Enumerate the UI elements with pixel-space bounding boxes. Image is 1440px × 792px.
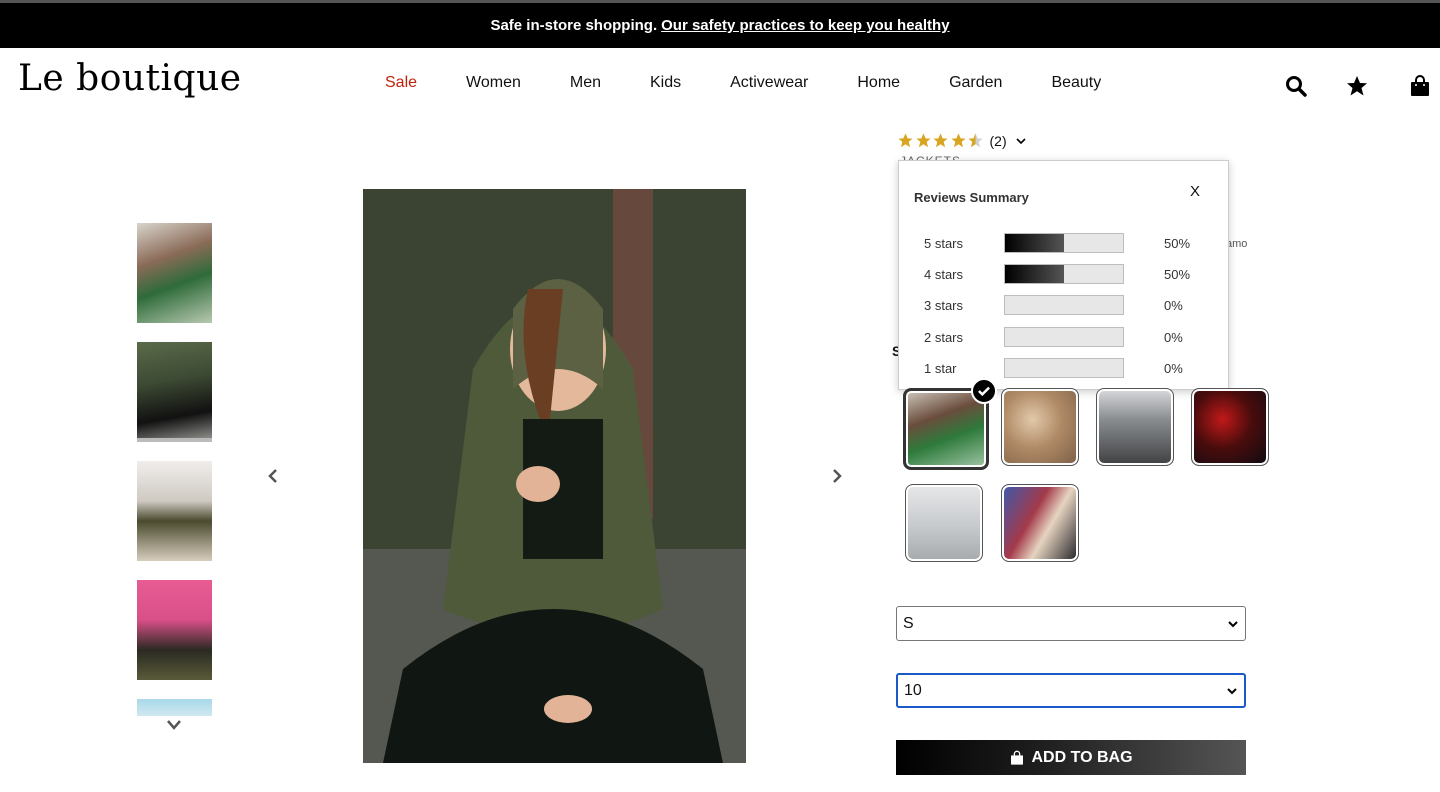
nav-item-home[interactable]: Home: [857, 74, 900, 92]
nav-item-beauty[interactable]: Beauty: [1051, 74, 1101, 92]
description-text: amo: [1226, 238, 1248, 250]
thumbnail-3[interactable]: [137, 461, 212, 561]
main-product-image: [363, 189, 746, 763]
rating-row-label: 1 star: [924, 361, 957, 376]
nav-item-kids[interactable]: Kids: [650, 74, 681, 92]
nav-item-garden[interactable]: Garden: [949, 74, 1002, 92]
rating-row-label: 3 stars: [924, 298, 964, 313]
rating-stars: [897, 132, 985, 149]
gallery-prev-icon[interactable]: [266, 466, 280, 486]
reviews-summary-popup: Reviews Summary X 5 stars 50% 4 stars 50…: [898, 160, 1229, 390]
size-select[interactable]: S: [896, 606, 1246, 641]
star-full-icon: [933, 133, 948, 148]
thumbnail-5[interactable]: [137, 699, 212, 716]
rating-bar: [1004, 358, 1124, 378]
nav-item-activewear[interactable]: Activewear: [730, 74, 808, 92]
add-to-bag-label: ADD TO BAG: [1031, 748, 1133, 766]
product-photo-illustration: [363, 189, 746, 763]
star-full-icon: [915, 133, 931, 148]
rating-bar: [1004, 327, 1124, 347]
promo-banner: Safe in-store shopping. Our safety pract…: [0, 3, 1440, 48]
star-half-icon: [968, 133, 983, 148]
rating-row-2: 2 stars 0%: [924, 327, 1204, 347]
gallery-next-icon[interactable]: [830, 466, 844, 486]
rating-bar: [1004, 264, 1124, 284]
close-button[interactable]: X: [1190, 183, 1200, 200]
nav-item-sale[interactable]: Sale: [385, 74, 417, 92]
chevron-down-icon: [1228, 620, 1238, 627]
rating-row-1: 1 star 0%: [924, 358, 1204, 378]
thumbnail-2[interactable]: [137, 342, 212, 442]
color-swatch-3[interactable]: [1096, 388, 1174, 466]
rating-bar-fill: [1005, 234, 1064, 252]
quantity-select[interactable]: 10: [896, 673, 1246, 708]
rating-row-5: 5 stars 50%: [924, 233, 1204, 253]
thumbnails-down-icon[interactable]: [165, 718, 183, 732]
star-icon[interactable]: [1345, 74, 1369, 98]
add-to-bag-button[interactable]: ADD TO BAG: [896, 740, 1246, 775]
rating-row-percent: 0%: [1164, 361, 1183, 376]
rating-row-4: 4 stars 50%: [924, 264, 1204, 284]
rating-row-label: 4 stars: [924, 267, 964, 282]
rating-row-percent: 50%: [1164, 267, 1191, 282]
check-icon: [971, 378, 997, 404]
thumbnail-list: [137, 223, 212, 735]
rating-bar-fill: [1005, 265, 1064, 283]
nav-item-men[interactable]: Men: [570, 74, 601, 92]
rating-row-label: 2 stars: [924, 330, 964, 345]
chevron-down-icon[interactable]: [1015, 135, 1027, 147]
rating-bar: [1004, 233, 1124, 253]
rating-row-percent: 0%: [1164, 298, 1183, 313]
star-full-icon: [898, 133, 913, 148]
quantity-select-value: 10: [904, 681, 922, 699]
size-select-value: S: [903, 614, 914, 632]
rating-row-percent: 50%: [1164, 236, 1191, 251]
rating-row-3: 3 stars 0%: [924, 295, 1204, 315]
banner-text: Safe in-store shopping.: [490, 17, 658, 34]
thumbnail-1[interactable]: [137, 223, 212, 323]
shopping-bag-icon[interactable]: [1408, 74, 1432, 98]
main-nav: Sale Women Men Kids Activewear Home Gard…: [385, 74, 1150, 92]
search-icon[interactable]: [1284, 74, 1308, 98]
popup-title: Reviews Summary: [914, 190, 1029, 205]
color-swatch-5[interactable]: [905, 484, 983, 562]
star-full-icon: [950, 133, 966, 148]
nav-item-women[interactable]: Women: [466, 74, 521, 92]
rating-bar: [1004, 295, 1124, 315]
review-count: (2): [989, 132, 1007, 149]
banner-link[interactable]: Our safety practices to keep you healthy: [661, 17, 949, 34]
rating-row-label: 5 stars: [924, 236, 964, 251]
product-rating[interactable]: (2): [897, 132, 1027, 149]
site-logo[interactable]: Le boutique: [18, 58, 242, 99]
color-swatch-2[interactable]: [1001, 388, 1079, 466]
color-swatch-6[interactable]: [1001, 484, 1079, 562]
chevron-down-icon: [1227, 687, 1237, 694]
shopping-bag-icon: [1011, 750, 1024, 765]
thumbnail-4[interactable]: [137, 580, 212, 680]
rating-row-percent: 0%: [1164, 330, 1183, 345]
color-swatch-4[interactable]: [1191, 388, 1269, 466]
